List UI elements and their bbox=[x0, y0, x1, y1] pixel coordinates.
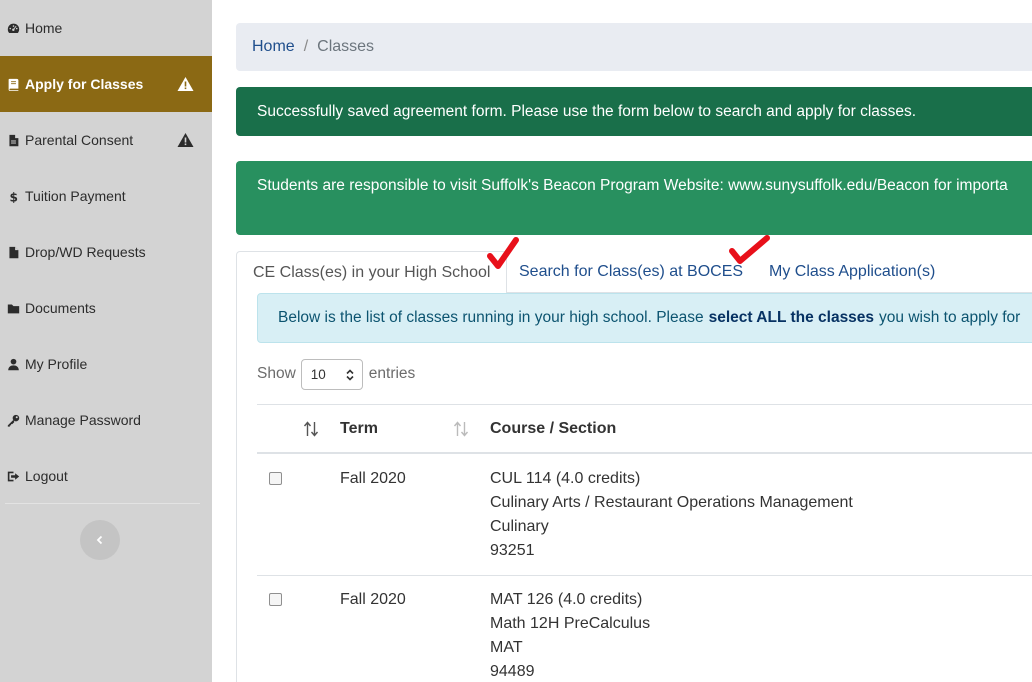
sidebar-item-label: Apply for Classes bbox=[25, 76, 144, 92]
class-tabs: CE Class(es) in your High School Search … bbox=[236, 251, 1032, 294]
info-text-bold: select ALL the classes bbox=[708, 309, 875, 326]
sidebar-item-logout[interactable]: Logout bbox=[0, 448, 212, 504]
sidebar-item-apply-for-classes[interactable]: Apply for Classes bbox=[0, 56, 212, 112]
chevron-left-icon bbox=[96, 535, 103, 545]
sidebar-item-label: Home bbox=[25, 20, 63, 36]
breadcrumb: Home / Classes bbox=[236, 23, 1032, 71]
sidebar-divider bbox=[5, 503, 200, 504]
sidebar-item-parental-consent[interactable]: Parental Consent bbox=[0, 112, 212, 168]
dashboard-icon bbox=[6, 21, 20, 35]
class-list-info: Below is the list of classes running in … bbox=[257, 293, 1032, 343]
breadcrumb-home-link[interactable]: Home bbox=[252, 38, 295, 56]
info-alert-text: Students are responsible to visit Suffol… bbox=[257, 177, 1008, 194]
book-icon bbox=[6, 77, 20, 91]
sidebar-item-drop-wd-requests[interactable]: Drop/WD Requests bbox=[0, 224, 212, 280]
table-row: Fall 2020 CUL 114 (4.0 credits) Culinary… bbox=[257, 454, 1032, 576]
sort-icon[interactable] bbox=[453, 420, 469, 438]
success-alert-text: Successfully saved agreement form. Pleas… bbox=[257, 102, 917, 120]
row-section: 94489 bbox=[490, 663, 535, 680]
row-checkbox[interactable] bbox=[269, 593, 282, 606]
check-mark-annotation bbox=[487, 237, 519, 269]
row-section: 93251 bbox=[490, 542, 535, 559]
table-row: Fall 2020 MAT 126 (4.0 credits) Math 12H… bbox=[257, 576, 1032, 682]
sidebar-item-label: Tuition Payment bbox=[25, 188, 126, 204]
breadcrumb-separator: / bbox=[303, 38, 309, 55]
sidebar-item-label: My Profile bbox=[25, 356, 88, 372]
row-checkbox[interactable] bbox=[269, 472, 282, 485]
entries-value: 10 bbox=[310, 366, 326, 382]
key-icon bbox=[6, 413, 20, 427]
success-alert: Successfully saved agreement form. Pleas… bbox=[236, 87, 1032, 136]
row-subject: Culinary bbox=[490, 518, 549, 535]
row-subject: MAT bbox=[490, 639, 523, 656]
table-header: Term Course / Section bbox=[257, 404, 1032, 454]
warning-icon bbox=[177, 77, 194, 92]
sidebar-item-label: Logout bbox=[25, 468, 68, 484]
info-text-after: you wish to apply for bbox=[879, 309, 1021, 326]
entries-select[interactable]: 10 bbox=[300, 358, 363, 390]
tab-label: Search for Class(es) at BOCES bbox=[519, 263, 744, 280]
sidebar-item-my-profile[interactable]: My Profile bbox=[0, 336, 212, 392]
row-title: Culinary Arts / Restaurant Operations Ma… bbox=[490, 494, 853, 511]
header-course-section[interactable]: Course / Section bbox=[490, 405, 616, 453]
tab-my-class-applications[interactable]: My Class Application(s) bbox=[769, 251, 935, 293]
warning-icon bbox=[177, 133, 194, 148]
row-course: MAT 126 (4.0 credits) bbox=[490, 591, 643, 608]
sidebar-item-manage-password[interactable]: Manage Password bbox=[0, 392, 212, 448]
tab-label: CE Class(es) in your High School bbox=[253, 263, 491, 281]
sidebar-item-label: Drop/WD Requests bbox=[25, 244, 146, 260]
sidebar: Home Apply for Classes Parental Consent … bbox=[0, 0, 212, 682]
show-label: Show bbox=[257, 365, 296, 382]
tab-search-boces[interactable]: Search for Class(es) at BOCES bbox=[519, 251, 743, 293]
sign-out-icon bbox=[6, 469, 20, 483]
sidebar-item-tuition-payment[interactable]: $ Tuition Payment bbox=[0, 168, 212, 224]
sidebar-item-documents[interactable]: Documents bbox=[0, 280, 212, 336]
file-icon bbox=[6, 245, 20, 259]
tab-ce-classes-high-school[interactable]: CE Class(es) in your High School bbox=[236, 251, 508, 294]
breadcrumb-current: Classes bbox=[317, 38, 375, 55]
folder-icon bbox=[6, 301, 20, 315]
sidebar-item-label: Documents bbox=[25, 300, 96, 316]
table-length-control: Show 10 entries bbox=[257, 358, 415, 390]
sort-icon[interactable] bbox=[303, 420, 319, 438]
info-alert: Students are responsible to visit Suffol… bbox=[236, 161, 1032, 235]
row-course: CUL 114 (4.0 credits) bbox=[490, 470, 641, 487]
sidebar-collapse-button[interactable] bbox=[80, 520, 120, 560]
sidebar-item-home[interactable]: Home bbox=[0, 0, 212, 56]
file-icon bbox=[6, 133, 20, 147]
header-term[interactable]: Term bbox=[340, 405, 378, 453]
check-mark-annotation bbox=[729, 235, 770, 264]
row-term: Fall 2020 bbox=[340, 591, 406, 608]
entries-label: entries bbox=[368, 365, 416, 382]
tab-label: My Class Application(s) bbox=[769, 263, 936, 280]
sidebar-item-label: Manage Password bbox=[25, 412, 141, 428]
row-term: Fall 2020 bbox=[340, 470, 406, 487]
select-caret-icon bbox=[346, 368, 354, 381]
user-icon bbox=[6, 357, 20, 371]
sidebar-item-label: Parental Consent bbox=[25, 132, 134, 148]
row-title: Math 12H PreCalculus bbox=[490, 615, 651, 632]
dollar-icon: $ bbox=[6, 189, 20, 203]
info-text-before: Below is the list of classes running in … bbox=[278, 309, 704, 326]
svg-text:$: $ bbox=[9, 190, 17, 203]
